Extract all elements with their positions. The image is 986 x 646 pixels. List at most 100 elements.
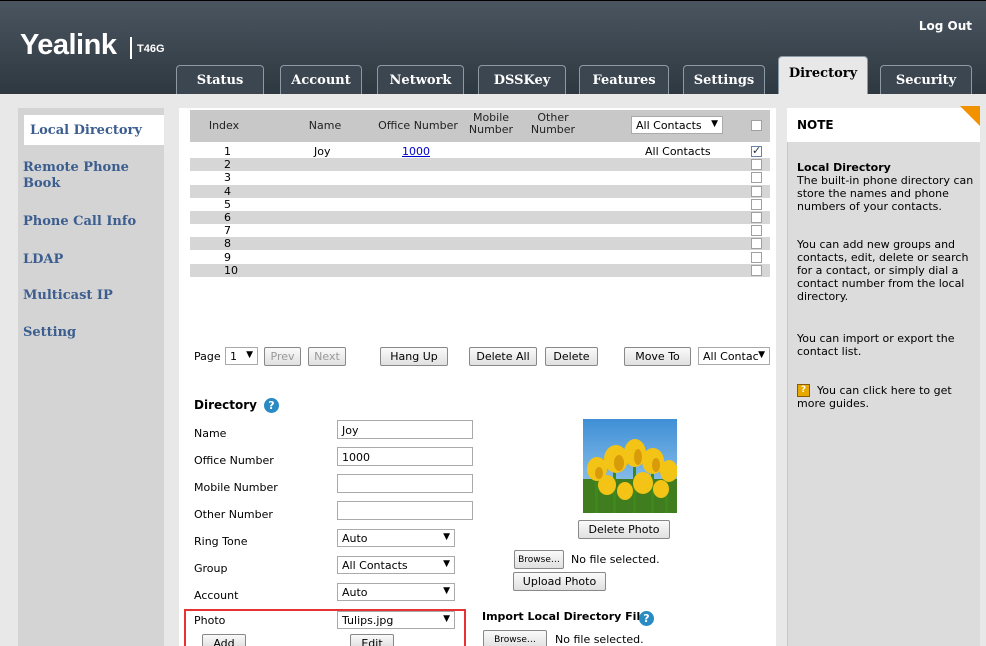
account-value: Auto [342,586,368,599]
logout-link[interactable]: Log Out [919,19,972,33]
cell-group: All Contacts [645,145,711,158]
note-corner-flag [960,106,980,126]
table-row[interactable]: 6 [190,211,770,224]
browse-import-button[interactable]: Browse… [483,630,547,646]
cell-index: 5 [224,197,231,211]
move-to-button[interactable]: Move To [624,347,691,366]
sidebar-item-multicast-ip[interactable]: Multicast IP [23,288,113,304]
table-row[interactable]: 2 [190,158,770,172]
photo-label: Photo [194,614,226,627]
move-to-value: All Contac [703,350,759,363]
tab-dsskey[interactable]: DSSKey [478,65,566,94]
chevron-down-icon: ▼ [711,119,718,129]
row-checkbox[interactable] [751,251,762,263]
chevron-down-icon: ▼ [443,559,450,569]
table-row[interactable]: 8 [190,237,770,251]
cell-index: 6 [224,211,231,224]
cell-index: 1 [224,145,231,158]
cell-index: 10 [224,263,238,277]
row-checkbox[interactable] [751,225,762,237]
chevron-down-icon: ▼ [758,350,765,360]
tab-status[interactable]: Status [176,65,264,94]
cell-index: 3 [224,171,231,185]
account-label: Account [194,589,239,602]
import-title: Import Local Directory File [482,610,648,623]
guides-link[interactable]: You can click here to get more guides. [797,384,977,410]
table-row[interactable]: 10 [190,263,770,277]
guide-book-icon[interactable]: ? [797,384,810,397]
cell-office-number[interactable]: 1000 [402,145,430,158]
photo-select[interactable]: Tulips.jpg ▼ [337,611,455,629]
delete-button[interactable]: Delete [545,347,598,366]
header-index: Index [208,119,240,132]
chevron-down-icon: ▼ [443,532,450,542]
ring-tone-value: Auto [342,532,368,545]
page-value: 1 [230,350,237,363]
tab-account[interactable]: Account [280,65,362,94]
group-label: Group [194,562,228,575]
tab-settings[interactable]: Settings [683,65,765,94]
row-checkbox[interactable] [751,212,762,223]
office-number-input[interactable]: 1000 [337,447,473,466]
chevron-down-icon: ▼ [443,586,450,596]
table-row[interactable]: 9 [190,250,770,264]
ring-tone-select[interactable]: Auto ▼ [337,529,455,547]
table-row[interactable]: 7 [190,224,770,238]
table-row[interactable]: 4 [190,184,770,198]
row-checkbox[interactable] [751,159,762,171]
group-select[interactable]: All Contacts ▼ [337,556,455,574]
mobile-number-input[interactable] [337,474,473,493]
delete-all-button[interactable]: Delete All [469,347,537,366]
photo-no-file-label: No file selected. [571,553,660,566]
help-icon[interactable]: ? [639,611,654,626]
header-other-number: Other Number [530,111,576,136]
row-checkbox[interactable] [751,198,762,210]
tab-security[interactable]: Security [880,65,972,94]
row-checkbox[interactable] [751,238,762,250]
other-number-input[interactable] [337,501,473,520]
page-select[interactable]: 1 ▼ [225,347,258,365]
tab-network[interactable]: Network [377,65,464,94]
upload-photo-button[interactable]: Upload Photo [513,572,606,591]
office-number-label: Office Number [194,454,274,467]
cell-index: 9 [224,250,231,264]
move-to-select[interactable]: All Contac ▼ [698,347,770,365]
sidebar-item-phone-call-info[interactable]: Phone Call Info [23,214,136,230]
help-icon[interactable]: ? [264,398,279,413]
cell-name: Joy [314,145,331,158]
mobile-number-label: Mobile Number [194,481,278,494]
account-select[interactable]: Auto ▼ [337,583,455,601]
tab-features[interactable]: Features [579,65,669,94]
group-filter-value: All Contacts [636,119,702,132]
other-number-label: Other Number [194,508,273,521]
group-filter-select[interactable]: All Contacts ▼ [631,116,723,134]
form-title: Directory [194,398,257,412]
row-checkbox[interactable] [751,185,762,197]
sidebar-item-local-directory[interactable]: Local Directory [24,115,164,145]
note-paragraph: You can add new groups and contacts, edi… [797,238,969,303]
row-checkbox[interactable] [751,264,762,276]
delete-photo-button[interactable]: Delete Photo [578,520,670,539]
edit-button[interactable]: Edit [350,634,394,646]
table-row[interactable]: 3 [190,171,770,185]
select-all-checkbox[interactable] [751,120,762,131]
prev-button[interactable]: Prev [264,347,301,366]
tab-directory[interactable]: Directory [778,56,868,94]
photo-value: Tulips.jpg [342,614,394,627]
sidebar-item-setting[interactable]: Setting [23,325,76,341]
row-checkbox[interactable] [751,144,762,157]
hang-up-button[interactable]: Hang Up [380,347,448,366]
table-row[interactable]: 1 Joy 1000 All Contacts [190,144,770,158]
header-office-number: Office Number [378,119,458,132]
browse-photo-button[interactable]: Browse… [514,550,564,569]
row-checkbox[interactable] [751,172,762,184]
sidebar-item-ldap[interactable]: LDAP [23,252,63,268]
name-input[interactable]: Joy [337,420,473,439]
next-button[interactable]: Next [308,347,346,366]
sidebar-item-remote-phone-book[interactable]: Remote Phone Book [23,160,153,192]
cell-index: 4 [224,184,231,198]
ring-tone-label: Ring Tone [194,535,248,548]
table-row[interactable]: 5 [190,197,770,211]
logo-separator [130,37,132,59]
add-button[interactable]: Add [202,634,246,646]
